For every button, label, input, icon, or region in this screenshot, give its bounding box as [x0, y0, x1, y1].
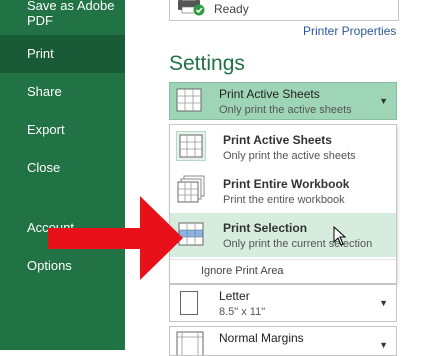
ignore-print-area-option[interactable]: Ignore Print Area	[201, 265, 284, 277]
nav-label: Options	[27, 258, 72, 273]
nav-export[interactable]: Export	[0, 122, 125, 142]
nav-close[interactable]: Close	[0, 160, 125, 180]
printer-properties-link[interactable]: Printer Properties	[303, 24, 396, 38]
settings-heading: Settings	[169, 52, 245, 75]
paper-size-title: Letter	[219, 289, 250, 303]
margins-title: Normal Margins	[219, 331, 304, 345]
option-subtitle: Only print the current selection	[223, 238, 373, 250]
print-what-subtitle: Only print the active sheets	[219, 104, 352, 116]
chevron-down-icon: ▼	[379, 340, 388, 350]
option-title: Print Selection	[223, 221, 308, 235]
chevron-down-icon: ▼	[379, 96, 388, 106]
active-sheets-icon	[176, 88, 202, 112]
backstage-nav: Save as Adobe PDF Print Share Export Clo…	[0, 0, 125, 350]
margins-dropdown[interactable]: Normal Margins ▼	[169, 326, 397, 356]
mouse-cursor-icon	[333, 226, 347, 246]
option-title: Print Entire Workbook	[223, 177, 350, 191]
chevron-down-icon: ▼	[379, 298, 388, 308]
print-what-title: Print Active Sheets	[219, 87, 320, 101]
nav-print[interactable]: Print	[0, 35, 125, 73]
printer-status: Ready	[214, 2, 249, 16]
option-subtitle: Only print the active sheets	[223, 150, 356, 162]
option-print-entire-workbook[interactable]: Print Entire Workbook Print the entire w…	[170, 169, 396, 213]
nav-account[interactable]: Account	[0, 220, 125, 240]
option-subtitle: Print the entire workbook	[223, 194, 345, 206]
nav-label: Print	[27, 46, 54, 61]
nav-label: Share	[27, 84, 62, 99]
paper-size-subtitle: 8.5" x 11"	[219, 306, 266, 318]
nav-label: Export	[27, 122, 65, 137]
print-pane: Ready Printer Properties Settings Print …	[125, 0, 422, 356]
option-print-selection[interactable]: Print Selection Only print the current s…	[170, 213, 396, 257]
workbook-icon	[177, 175, 205, 203]
nav-options[interactable]: Options	[0, 258, 125, 278]
option-title: Print Active Sheets	[223, 133, 332, 147]
active-sheets-icon	[176, 131, 206, 161]
print-what-dropdown[interactable]: Print Active Sheets Only print the activ…	[169, 82, 397, 120]
selection-icon	[178, 222, 204, 246]
printer-dropdown[interactable]: Ready	[169, 0, 399, 21]
nav-label: Account	[27, 220, 74, 235]
nav-save-as-adobe-pdf[interactable]: Save as Adobe PDF	[0, 0, 125, 34]
paper-icon	[180, 291, 198, 315]
nav-label: PDF	[27, 13, 53, 28]
nav-share[interactable]: Share	[0, 84, 125, 104]
printer-icon	[178, 0, 205, 16]
nav-label: Close	[27, 160, 61, 175]
margins-icon	[176, 331, 204, 355]
paper-size-dropdown[interactable]: Letter 8.5" x 11" ▼	[169, 284, 397, 322]
print-what-menu: Print Active Sheets Only print the activ…	[169, 124, 397, 284]
menu-divider	[170, 259, 396, 260]
nav-label: Save as Adobe	[27, 0, 115, 13]
option-print-active-sheets[interactable]: Print Active Sheets Only print the activ…	[170, 125, 396, 169]
